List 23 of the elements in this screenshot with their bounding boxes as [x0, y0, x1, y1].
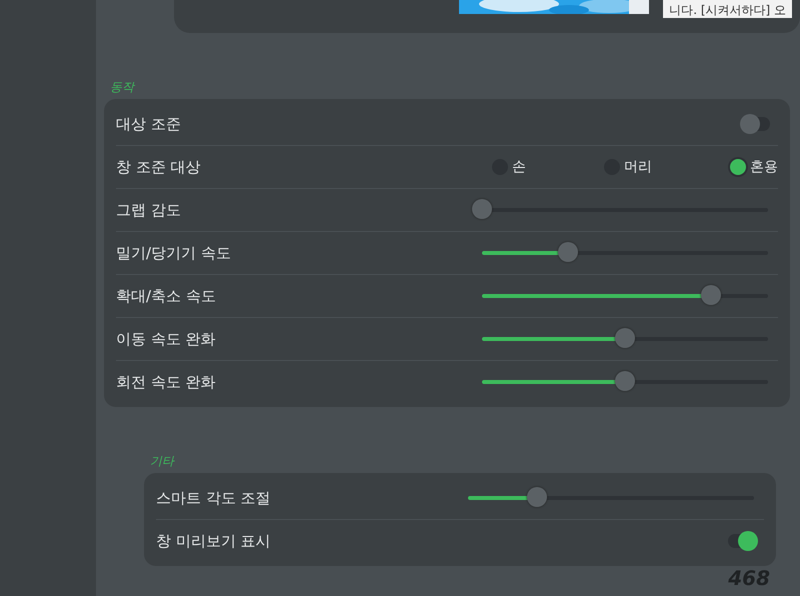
setting-label: 창 미리보기 표시 [156, 532, 272, 550]
slider-thumb[interactable] [558, 242, 578, 262]
setting-label: 밀기/당기기 속도 [116, 244, 232, 262]
section-heading: 동작 [110, 79, 136, 96]
setting-label: 그랩 감도 [116, 200, 182, 220]
slider-thumb[interactable] [615, 371, 635, 391]
section-heading: 기타 [150, 453, 176, 470]
setting-label: 이동 속도 완화 [116, 330, 217, 348]
toggle-switch[interactable] [728, 534, 756, 548]
slider-thumb[interactable] [700, 285, 721, 305]
radio-option[interactable]: 혼용 [730, 158, 778, 176]
slider-thumb[interactable] [615, 328, 635, 348]
setting-label: 스마트 각도 조절 [156, 488, 272, 508]
radio-option[interactable]: 손 [492, 158, 526, 176]
slider-thumb[interactable] [526, 487, 547, 507]
setting-label: 대상 조준 [116, 114, 182, 134]
setting-label: 창 조준 대상 [116, 158, 202, 176]
document-snippet: 니다. [시켜서하다] 오 [663, 0, 792, 18]
setting-label: 회전 속도 완화 [116, 372, 217, 392]
radio-option[interactable]: 머리 [604, 158, 652, 176]
slider-thumb[interactable] [472, 199, 492, 219]
toggle-switch[interactable] [742, 117, 770, 131]
setting-label: 확대/축소 속도 [116, 286, 217, 306]
